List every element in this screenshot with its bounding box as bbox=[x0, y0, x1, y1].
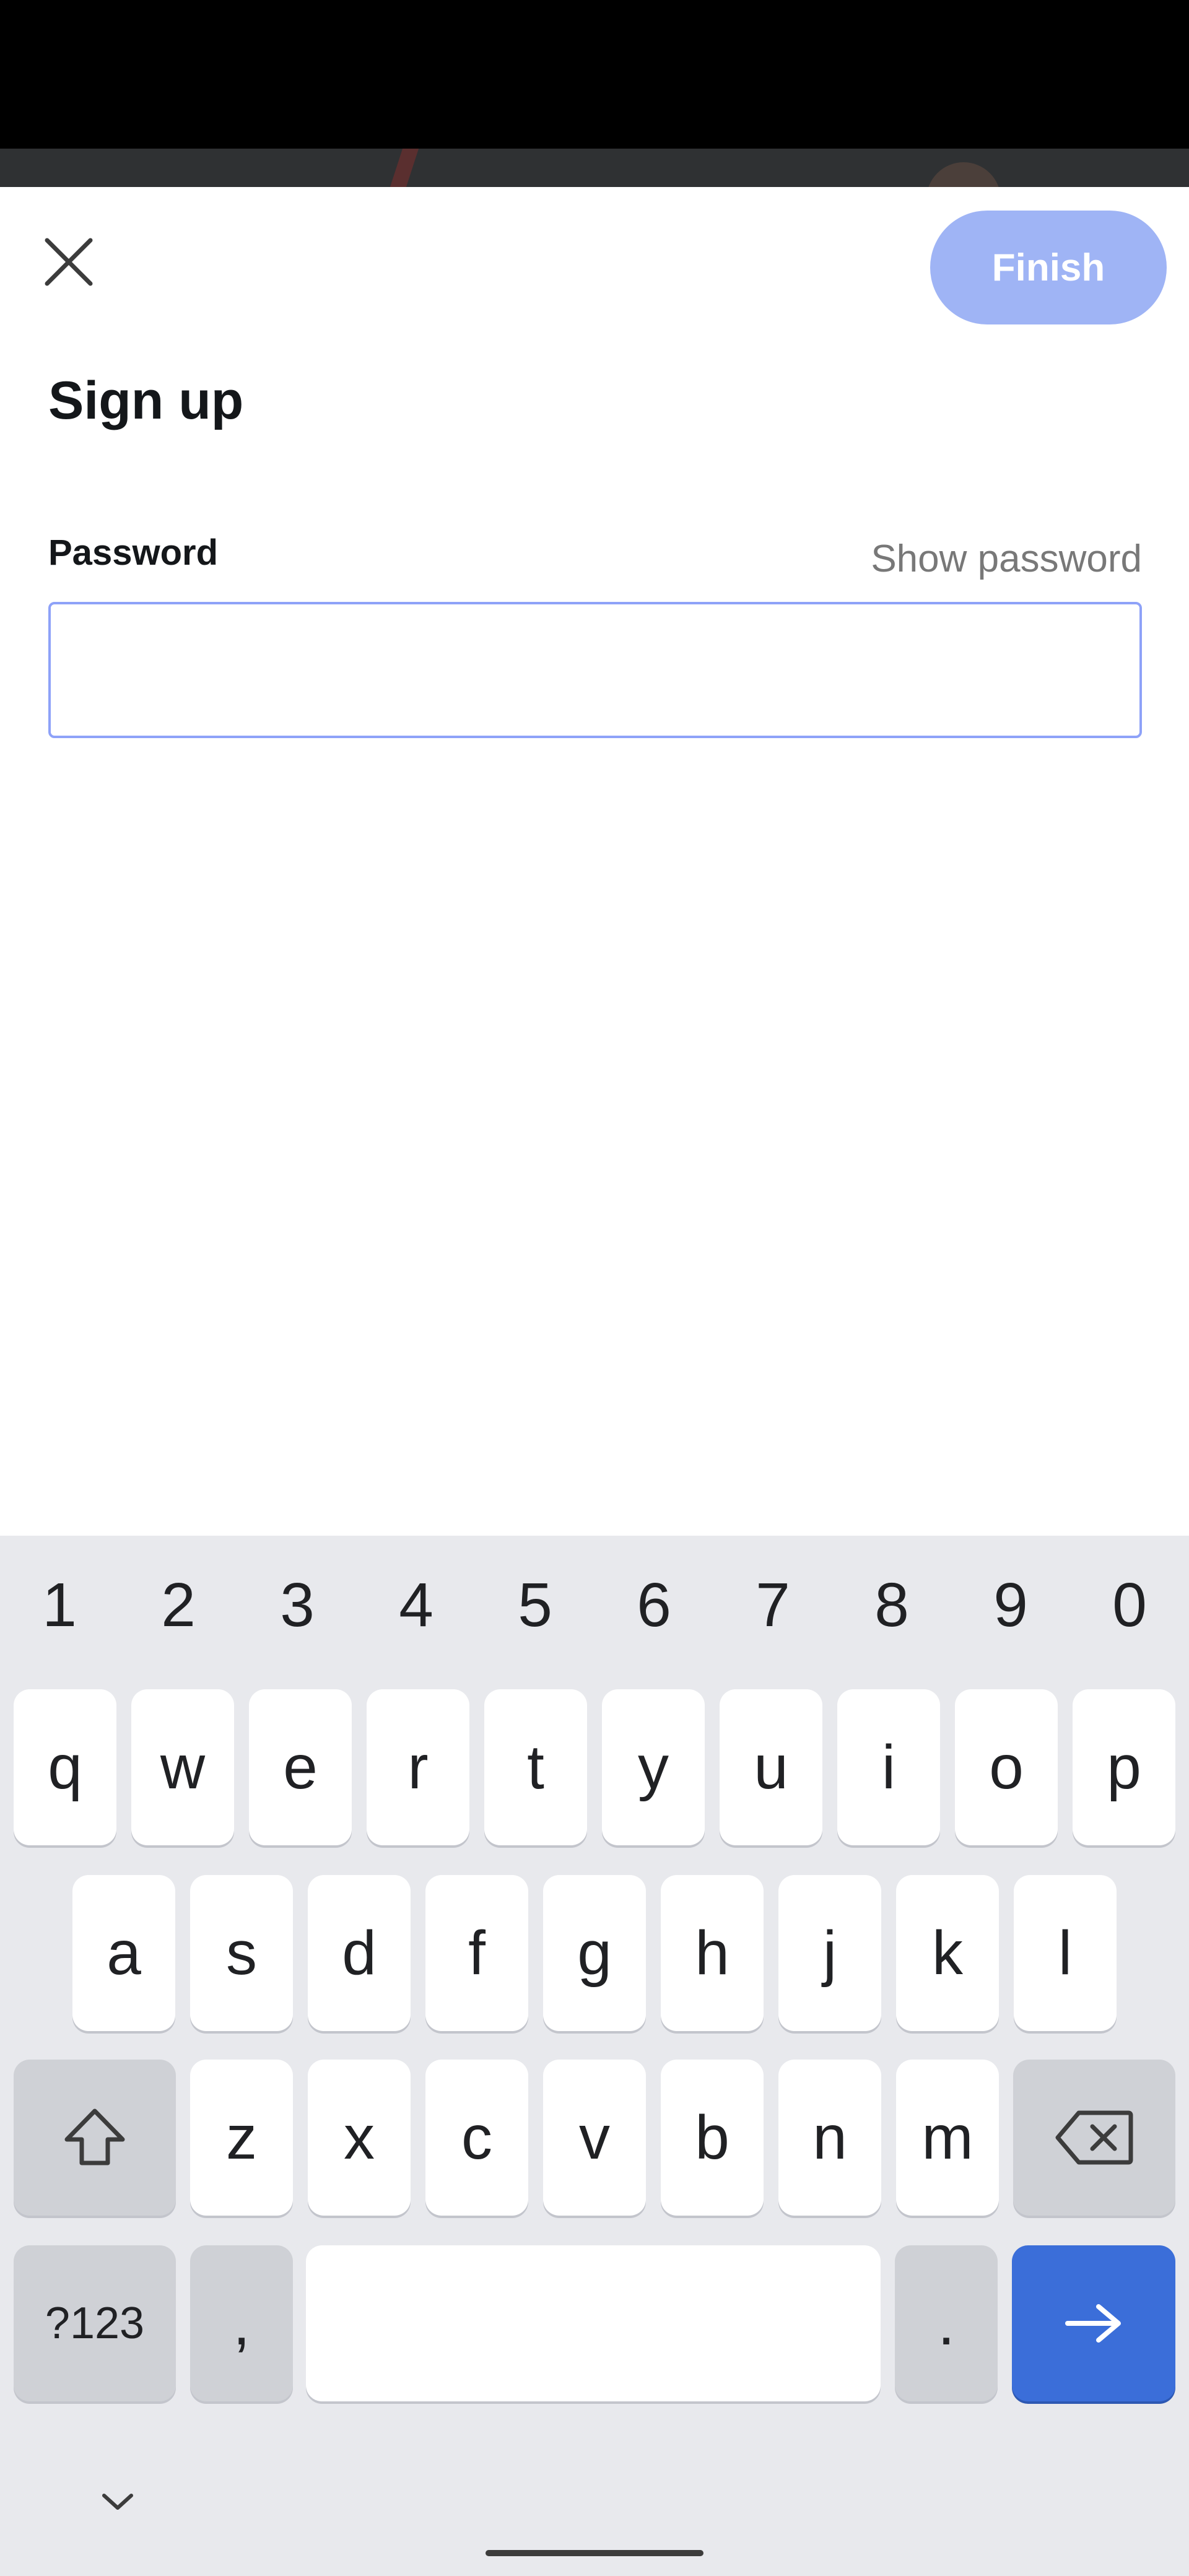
close-button[interactable] bbox=[32, 225, 105, 298]
close-icon bbox=[45, 238, 93, 286]
key-u[interactable]: u bbox=[720, 1689, 822, 1845]
show-password-toggle[interactable]: Show password bbox=[871, 540, 1142, 578]
key-w[interactable]: w bbox=[131, 1689, 234, 1845]
enter-key[interactable] bbox=[1012, 2245, 1175, 2401]
key-2[interactable]: 2 bbox=[119, 1556, 238, 1655]
key-o[interactable]: o bbox=[955, 1689, 1058, 1845]
key-z[interactable]: z bbox=[190, 2060, 293, 2216]
backspace-icon bbox=[1055, 2110, 1133, 2165]
key-3[interactable]: 3 bbox=[238, 1556, 357, 1655]
finish-button[interactable]: Finish bbox=[930, 211, 1167, 324]
key-i[interactable]: i bbox=[837, 1689, 940, 1845]
key-q[interactable]: q bbox=[14, 1689, 116, 1845]
symbols-key-label: ?123 bbox=[45, 2299, 145, 2348]
key-r[interactable]: r bbox=[367, 1689, 469, 1845]
key-1[interactable]: 1 bbox=[0, 1556, 119, 1655]
key-s[interactable]: s bbox=[190, 1875, 293, 2031]
key-j[interactable]: j bbox=[778, 1875, 881, 2031]
background-avatar bbox=[926, 162, 1001, 187]
background-stroke bbox=[390, 149, 419, 187]
key-p[interactable]: p bbox=[1073, 1689, 1175, 1845]
page-title: Sign up bbox=[48, 371, 244, 430]
key-5[interactable]: 5 bbox=[476, 1556, 594, 1655]
password-field[interactable] bbox=[48, 602, 1142, 738]
key-a[interactable]: a bbox=[72, 1875, 175, 2031]
key-c[interactable]: c bbox=[425, 2060, 528, 2216]
collapse-keyboard-button[interactable] bbox=[81, 2465, 155, 2539]
key-4[interactable]: 4 bbox=[357, 1556, 476, 1655]
key-l[interactable]: l bbox=[1014, 1875, 1117, 2031]
shift-key[interactable] bbox=[14, 2060, 176, 2216]
key-7[interactable]: 7 bbox=[713, 1556, 832, 1655]
key-0[interactable]: 0 bbox=[1070, 1556, 1189, 1655]
key-8[interactable]: 8 bbox=[832, 1556, 951, 1655]
key-b[interactable]: b bbox=[661, 2060, 764, 2216]
key-f[interactable]: f bbox=[425, 1875, 528, 2031]
home-indicator bbox=[486, 2550, 703, 2556]
key-t[interactable]: t bbox=[484, 1689, 587, 1845]
key-k[interactable]: k bbox=[896, 1875, 999, 2031]
status-bar bbox=[0, 0, 1189, 149]
key-g[interactable]: g bbox=[543, 1875, 646, 2031]
key-h[interactable]: h bbox=[661, 1875, 764, 2031]
key-y[interactable]: y bbox=[602, 1689, 705, 1845]
shift-icon bbox=[64, 2108, 125, 2165]
space-key[interactable] bbox=[306, 2245, 881, 2401]
keyboard-number-row: 1 2 3 4 5 6 7 8 9 0 bbox=[0, 1556, 1189, 1655]
period-key[interactable]: . bbox=[895, 2245, 998, 2401]
password-label: Password bbox=[48, 533, 218, 573]
key-d[interactable]: d bbox=[308, 1875, 411, 2031]
arrow-right-icon bbox=[1065, 2304, 1121, 2343]
key-9[interactable]: 9 bbox=[951, 1556, 1070, 1655]
backspace-key[interactable] bbox=[1013, 2060, 1175, 2216]
symbols-key[interactable]: ?123 bbox=[14, 2245, 176, 2401]
key-v[interactable]: v bbox=[543, 2060, 646, 2216]
key-m[interactable]: m bbox=[896, 2060, 999, 2216]
key-n[interactable]: n bbox=[778, 2060, 881, 2216]
key-6[interactable]: 6 bbox=[594, 1556, 713, 1655]
comma-key[interactable]: , bbox=[190, 2245, 293, 2401]
key-x[interactable]: x bbox=[308, 2060, 411, 2216]
key-e[interactable]: e bbox=[249, 1689, 352, 1845]
background-content bbox=[0, 149, 1189, 187]
chevron-down-icon bbox=[102, 2494, 133, 2510]
